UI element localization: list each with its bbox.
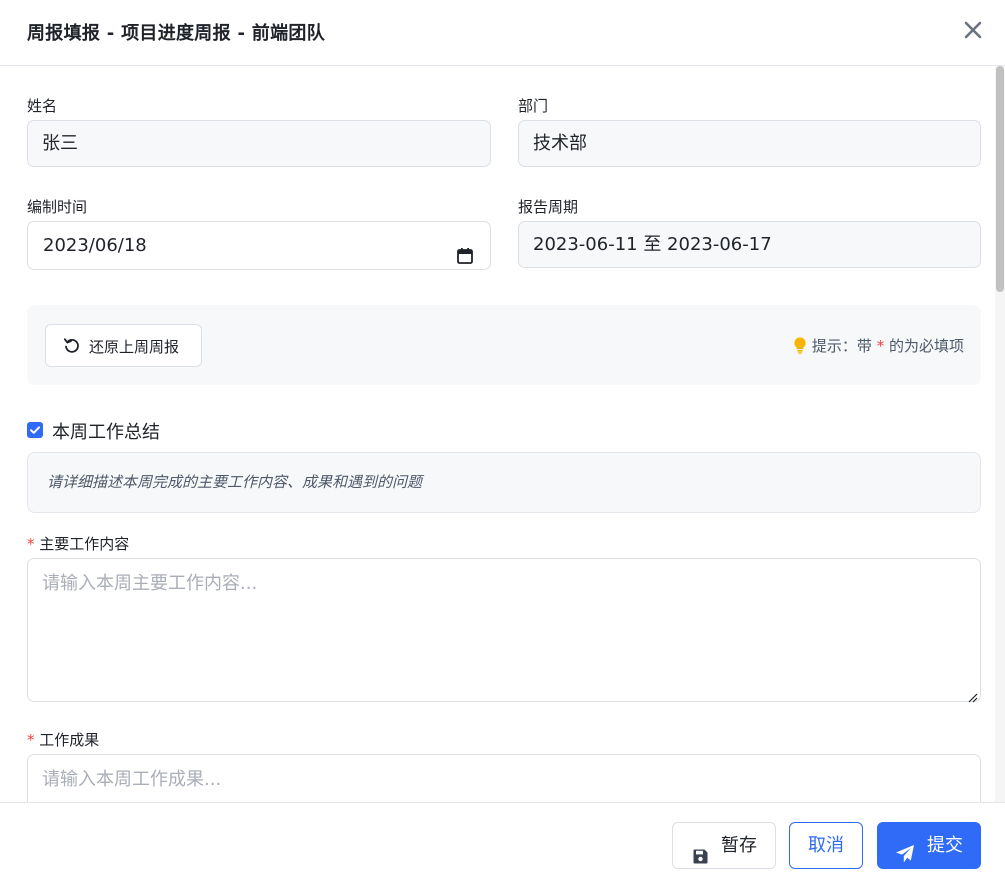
main-work-placeholder: 请输入本周主要工作内容...: [42, 573, 258, 594]
required-hint: 提示：带 * 的为必填项: [794, 335, 964, 358]
hint-prefix: 提示：带: [811, 337, 872, 355]
dialog-header: 周报填报 - 项目进度周报 - 前端团队: [0, 0, 1005, 66]
main-work-label: * 主要工作内容: [27, 533, 129, 554]
results-placeholder: 请输入本周工作成果...: [42, 769, 222, 790]
required-mark: *: [27, 535, 35, 553]
floppy-disk-icon: [692, 837, 709, 864]
toolbar-panel: 还原上周周报 提示：带 * 的为必填项: [27, 305, 981, 385]
report-period-field: 2023-06-11 至 2023-06-17: [518, 221, 981, 268]
restore-button-label: 还原上周周报: [89, 338, 180, 356]
scrollbar-thumb[interactable]: [996, 66, 1004, 292]
department-label: 部门: [518, 97, 549, 115]
section-title: 本周工作总结: [52, 422, 160, 443]
resize-handle-icon[interactable]: [966, 687, 978, 703]
undo-icon: [63, 337, 80, 354]
submit-button[interactable]: 提交: [877, 822, 981, 869]
results-label-text: 工作成果: [39, 731, 100, 749]
close-icon[interactable]: [961, 18, 985, 42]
submit-button-label: 提交: [927, 835, 963, 856]
dialog-title: 周报填报 - 项目进度周报 - 前端团队: [27, 23, 326, 44]
required-mark: *: [27, 731, 35, 749]
compile-date-input[interactable]: 2023/06/18: [27, 221, 491, 270]
report-period-label: 报告周期: [518, 198, 579, 216]
dialog-footer: 暂存 取消 提交: [0, 802, 1005, 884]
lightbulb-icon: [794, 337, 806, 358]
save-draft-button[interactable]: 暂存: [672, 822, 776, 869]
results-label: * 工作成果: [27, 729, 99, 750]
hint-suffix: 的为必填项: [888, 337, 964, 355]
hint-required-star: *: [876, 337, 885, 355]
name-field: 张三: [27, 120, 491, 167]
restore-last-week-button[interactable]: 还原上周周报: [45, 324, 202, 367]
main-work-label-text: 主要工作内容: [39, 535, 130, 553]
section-description: 请详细描述本周完成的主要工作内容、成果和遇到的问题: [27, 452, 981, 513]
main-work-textarea[interactable]: 请输入本周主要工作内容...: [27, 558, 981, 703]
paper-plane-icon: [895, 836, 915, 863]
compile-date-label: 编制时间: [27, 198, 88, 216]
save-button-label: 暂存: [721, 835, 757, 856]
department-field: 技术部: [518, 120, 981, 167]
checkbox-checked-icon[interactable]: [27, 422, 43, 438]
calendar-icon[interactable]: [456, 236, 474, 264]
dialog-body: 姓名 张三 部门 技术部 编制时间 2023/06/18 报告周期 2023-0…: [0, 66, 1005, 802]
results-textarea[interactable]: 请输入本周工作成果...: [27, 754, 981, 802]
name-label: 姓名: [27, 97, 58, 115]
compile-date-value: 2023/06/18: [43, 235, 147, 256]
cancel-button[interactable]: 取消: [789, 822, 863, 869]
